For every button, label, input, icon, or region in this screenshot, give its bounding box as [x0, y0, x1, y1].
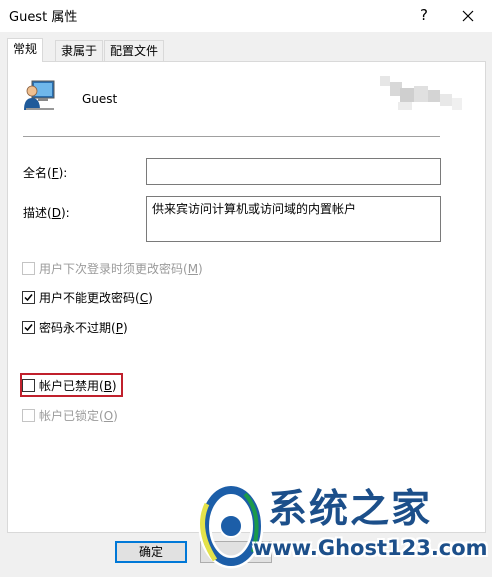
title-bar: Guest 属性 ?	[0, 0, 492, 32]
watermark: 系统之家 www.Ghost123.com	[193, 470, 492, 577]
blurred-region	[380, 76, 462, 110]
tab-general[interactable]: 常规	[7, 38, 44, 62]
user-account-icon	[24, 80, 55, 110]
account-locked-checkbox[interactable]	[22, 409, 35, 422]
checkmark-icon	[24, 324, 33, 332]
close-button[interactable]	[455, 3, 481, 27]
fullname-label: 全名(F):	[23, 166, 68, 180]
description-label: 描述(D):	[23, 206, 70, 220]
password-never-expires-label: 密码永不过期(P)	[39, 321, 128, 335]
separator	[23, 136, 440, 137]
tab-member-of-label: 隶属于	[61, 44, 98, 58]
cannot-change-password-checkbox[interactable]	[22, 291, 35, 304]
account-disabled-label: 帐户已禁用(B)	[39, 379, 117, 393]
general-panel: Guest 全名(F): 描述(D): 供来宾访问计算机或访问域的内置帐户 用户…	[7, 61, 486, 533]
account-locked-label: 帐户已锁定(O)	[39, 409, 118, 423]
user-name: Guest	[82, 92, 118, 106]
tab-member-of[interactable]: 隶属于	[55, 40, 104, 61]
watermark-url: www.Ghost123.com	[253, 536, 488, 560]
tab-profile-label: 配置文件	[110, 44, 159, 58]
tab-profile[interactable]: 配置文件	[104, 40, 165, 61]
close-icon	[462, 10, 474, 21]
must-change-password-checkbox[interactable]	[22, 262, 35, 275]
checkmark-icon	[24, 294, 33, 302]
window-title: Guest 属性	[9, 10, 78, 25]
tab-general-label: 常规	[13, 42, 38, 56]
cannot-change-password-label: 用户不能更改密码(C)	[39, 291, 153, 305]
ok-button[interactable]: 确定	[115, 541, 187, 563]
password-never-expires-checkbox[interactable]	[22, 321, 35, 334]
help-button[interactable]: ?	[411, 3, 437, 27]
account-disabled-checkbox[interactable]	[22, 379, 35, 392]
fullname-input[interactable]	[146, 158, 441, 185]
description-input[interactable]: 供来宾访问计算机或访问域的内置帐户	[146, 196, 441, 242]
watermark-title: 系统之家	[268, 486, 433, 532]
must-change-password-label: 用户下次登录时须更改密码(M)	[39, 262, 203, 276]
